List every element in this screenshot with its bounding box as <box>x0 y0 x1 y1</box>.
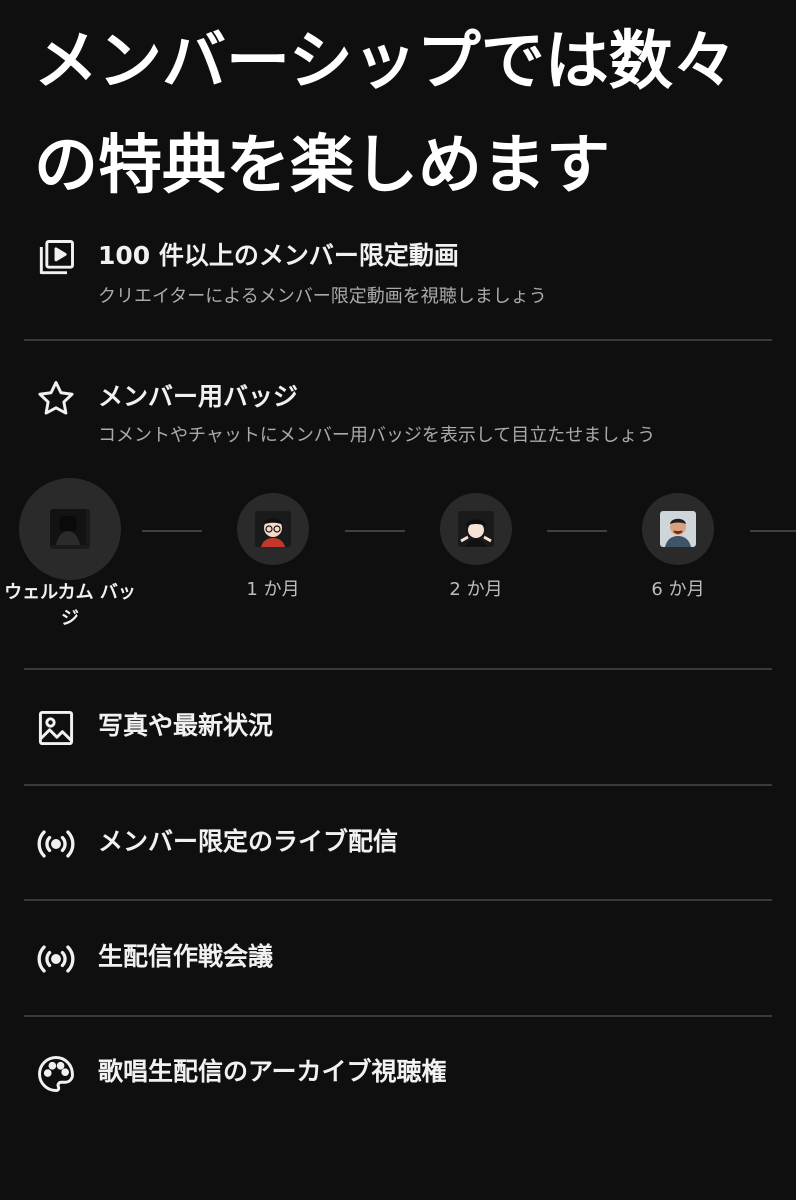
divider <box>24 339 772 341</box>
badge-2-month[interactable]: 2 か月 <box>426 493 526 601</box>
divider <box>24 1015 772 1017</box>
badge-progression: ウェルカム バッジ 1 か月 2 か月 6 か月 <box>0 478 796 648</box>
perk-title: 生配信作戦会議 <box>98 942 274 971</box>
perk-title: メンバー用バッジ <box>98 382 299 411</box>
welcome-badge-avatar <box>19 478 121 580</box>
live-broadcast-icon <box>34 822 78 866</box>
perk-subtitle: コメントやチャットにメンバー用バッジを表示して目立たせましょう <box>98 425 656 446</box>
palette-icon <box>34 1052 78 1096</box>
perk-member-live: メンバー限定のライブ配信 <box>24 820 772 870</box>
badge-label: 2 か月 <box>449 579 503 600</box>
perk-singing-archive: 歌唱生配信のアーカイブ視聴権 <box>24 1050 772 1100</box>
two-month-badge-avatar <box>440 493 512 565</box>
badge-connector <box>142 530 202 532</box>
perk-member-badges: メンバー用バッジ コメントやチャットにメンバー用バッジを表示して目立たせましょう <box>24 375 772 455</box>
badge-connector <box>750 530 796 532</box>
badge-label: 6 か月 <box>651 579 705 600</box>
badge-label: ウェルカム バッジ <box>4 582 136 629</box>
membership-perks-page: メンバーシップでは数々の特典を楽しめます 100 件以上のメンバー限定動画 クリ… <box>0 0 796 1200</box>
star-icon <box>34 377 78 421</box>
page-title: メンバーシップでは数々の特典を楽しめます <box>34 25 737 203</box>
perk-title: 写真や最新状況 <box>98 711 274 740</box>
six-month-badge-avatar <box>642 493 714 565</box>
one-month-badge-avatar <box>237 493 309 565</box>
divider <box>24 668 772 670</box>
badge-welcome[interactable]: ウェルカム バッジ <box>0 478 140 632</box>
perk-photos-updates: 写真や最新状況 <box>24 704 772 754</box>
divider <box>24 784 772 786</box>
perk-strategy-stream: 生配信作戦会議 <box>24 935 772 985</box>
perk-title: メンバー限定のライブ配信 <box>98 827 399 856</box>
badge-connector <box>345 530 405 532</box>
perk-subtitle: クリエイターによるメンバー限定動画を視聴しましょう <box>98 286 547 307</box>
video-library-icon <box>34 236 78 280</box>
live-broadcast-icon <box>34 937 78 981</box>
perk-title: 100 件以上のメンバー限定動画 <box>98 241 459 270</box>
perk-title: 歌唱生配信のアーカイブ視聴権 <box>98 1057 447 1086</box>
perk-member-videos: 100 件以上のメンバー限定動画 クリエイターによるメンバー限定動画を視聴しまし… <box>24 234 772 314</box>
badge-6-month[interactable]: 6 か月 <box>628 493 728 601</box>
image-icon <box>34 706 78 750</box>
badge-1-month[interactable]: 1 か月 <box>223 493 323 601</box>
badge-connector <box>547 530 607 532</box>
badge-label: 1 か月 <box>246 579 300 600</box>
divider <box>24 899 772 901</box>
